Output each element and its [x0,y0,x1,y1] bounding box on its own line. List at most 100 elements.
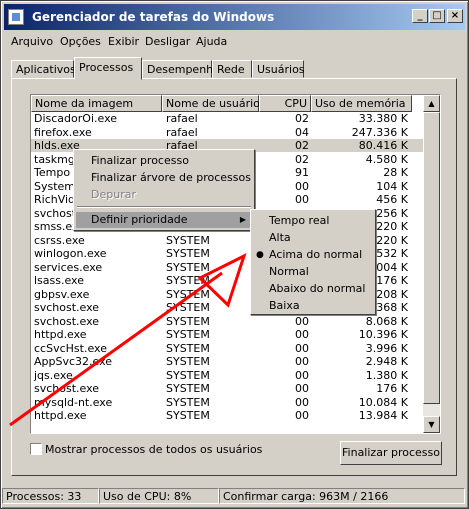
process-row[interactable]: httpd.exe SYSTEM 00 10.396 K [31,328,424,341]
column-header-memory[interactable]: Uso de memória [311,95,412,112]
menu-desligar[interactable]: Desligar [145,35,190,48]
title-bar[interactable]: Gerenciador de tarefas do Windows _ □ × [4,4,465,30]
row-image-name: svchost.exe [34,314,100,328]
row-cpu: 00 [295,314,309,328]
row-image-name: gbpsv.exe [34,287,90,301]
priority-above-normal[interactable]: ● Acima do normal [253,247,373,263]
row-memory: 2.948 K [365,355,408,368]
row-image-name: mysqld-nt.exe [34,395,113,409]
process-row[interactable]: DiscadorOi.exe rafael 02 33.380 K [31,112,424,125]
row-user-name: SYSTEM [166,260,210,274]
scroll-up-button[interactable]: ▲ [423,95,440,112]
process-list[interactable]: Nome da imagem Nome de usuário CPU Uso d… [30,94,441,434]
menu-arquivo[interactable]: Arquivo [11,35,53,48]
row-image-name: System [34,179,76,193]
process-row[interactable]: jqs.exe SYSTEM 00 1.380 K [31,369,424,382]
row-cpu: 00 [295,341,309,355]
column-header-user-name[interactable]: Nome de usuário [162,95,260,112]
row-cpu: 00 [295,382,309,395]
set-priority-label: Definir prioridade [91,213,188,226]
row-user-name: SYSTEM [166,409,210,422]
row-user-name: SYSTEM [166,355,210,368]
row-memory: 1.380 K [365,368,408,382]
scroll-down-button[interactable]: ▼ [423,416,440,433]
row-cpu: 00 [295,409,309,422]
priority-low[interactable]: Baixa [253,298,373,314]
row-user-name: SYSTEM [166,301,210,314]
task-manager-icon [8,9,24,25]
menu-item-debug[interactable]: Depurar [76,187,252,203]
menu-exibir[interactable]: Exibir [108,35,139,48]
row-user-name: SYSTEM [166,328,210,341]
column-header-image-name[interactable]: Nome da imagem [31,95,162,112]
row-memory: 10.084 K [358,395,408,409]
row-image-name: AppSvc32.exe [34,355,113,368]
vertical-scrollbar[interactable]: ▲ ▼ [423,95,440,433]
tab-rede[interactable]: Rede [212,60,252,78]
row-memory: 104 K [376,179,408,193]
row-image-name: firefox.exe [34,125,92,139]
process-row[interactable]: svchost.exe SYSTEM 00 8.068 K [31,315,424,328]
row-image-name: httpd.exe [34,328,87,341]
process-row[interactable]: firefox.exe rafael 04 247.336 K [31,126,424,139]
menu-bar: Arquivo Opções Exibir Desligar Ajuda [4,32,465,50]
process-row[interactable]: svchost.exe SYSTEM 00 176 K [31,382,424,395]
row-memory: 33.380 K [358,112,408,125]
row-image-name: DiscadorOi.exe [34,112,118,125]
row-image-name: jqs.exe [34,368,73,382]
priority-high[interactable]: Alta [253,230,373,246]
priority-normal[interactable]: Normal [253,264,373,280]
menu-item-set-priority[interactable]: Definir prioridade ▶ [76,212,252,228]
menu-item-end-process[interactable]: Finalizar processo [76,153,252,169]
selected-bullet-icon: ● [256,250,264,260]
row-user-name: SYSTEM [166,274,210,287]
process-row[interactable]: AppSvc32.exe SYSTEM 00 2.948 K [31,355,424,368]
show-all-users-label[interactable]: Mostrar processos de todos os usuários [45,443,262,456]
status-commit-charge: Confirmar carga: 963M / 2166 [219,488,465,504]
row-memory: 10.396 K [358,328,408,341]
row-cpu: 00 [295,355,309,368]
process-row[interactable]: mysqld-nt.exe SYSTEM 00 10.084 K [31,396,424,409]
submenu-arrow-icon: ▶ [239,215,246,224]
menu-opcoes[interactable]: Opções [60,35,101,48]
row-image-name: svchost [34,206,77,220]
row-memory: 176 K [376,382,408,395]
priority-below-normal[interactable]: Abaixo do normal [253,281,373,297]
priority-realtime[interactable]: Tempo real [253,213,373,229]
process-row[interactable]: httpd.exe SYSTEM 00 13.984 K [31,409,424,422]
close-button[interactable]: × [447,9,463,23]
row-user-name: rafael [166,125,198,139]
column-header-cpu[interactable]: CPU [259,95,311,112]
show-all-users-checkbox[interactable] [30,443,42,455]
menu-item-end-process-tree[interactable]: Finalizar árvore de processos [76,170,252,186]
menu-ajuda[interactable]: Ajuda [196,35,227,48]
tab-processos[interactable]: Processos [74,57,142,80]
maximize-button[interactable]: □ [429,9,445,23]
priority-above-normal-label: Acima do normal [269,248,363,261]
row-cpu: 00 [295,395,309,409]
row-memory: 13.984 K [358,409,408,422]
tab-desempenho[interactable]: Desempenho [142,60,220,78]
row-image-name: lsass.exe [34,274,84,287]
context-menu: Finalizar processo Finalizar árvore de p… [73,149,255,231]
status-cpu: Uso de CPU: 8% [99,488,219,504]
row-user-name: SYSTEM [166,287,210,301]
minimize-button[interactable]: _ [412,9,428,23]
row-cpu: 02 [295,152,309,166]
row-memory: 4.580 K [365,152,408,166]
row-memory: 28 K [383,166,408,179]
row-user-name: SYSTEM [166,368,210,382]
process-row[interactable]: ccSvcHst.exe SYSTEM 00 3.996 K [31,342,424,355]
row-image-name: ccSvcHst.exe [34,341,107,355]
scroll-thumb[interactable] [423,112,440,404]
row-cpu: 00 [295,368,309,382]
tab-aplicativos[interactable]: Aplicativos [11,60,76,78]
priority-submenu: Tempo real Alta ● Acima do normal Normal… [250,209,376,315]
row-user-name: SYSTEM [166,341,210,355]
row-user-name: SYSTEM [166,382,210,395]
row-image-name: winlogon.exe [34,247,107,260]
tab-usuarios[interactable]: Usuários [252,60,305,78]
row-user-name: SYSTEM [166,314,210,328]
row-memory: 80.416 K [358,139,408,152]
end-process-button[interactable]: Finalizar processo [340,441,442,465]
